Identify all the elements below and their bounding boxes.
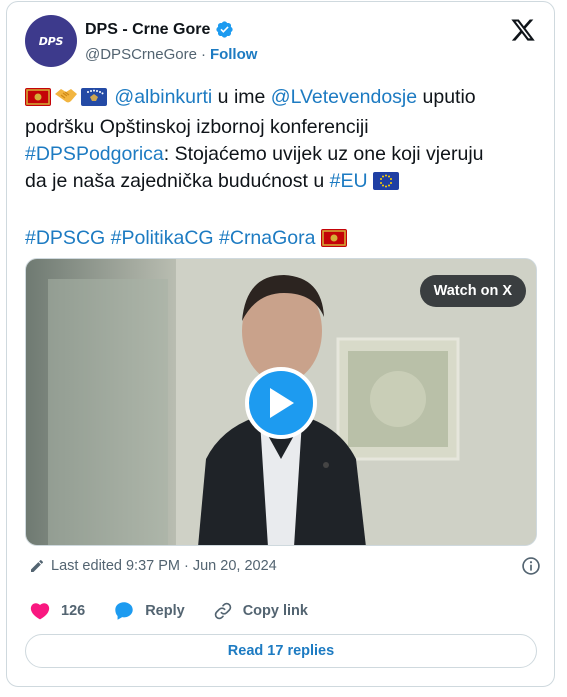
watch-on-x-button[interactable]: Watch on X [419,275,526,307]
author-display-name[interactable]: DPS - Crne Gore [85,21,210,39]
tweet-actions: 126 Reply Copy link [29,600,336,622]
verified-badge-icon [216,21,233,38]
follow-button[interactable]: Follow [210,46,258,63]
read-replies-button[interactable]: Read 17 replies [25,634,537,668]
tweet-text: @albinkurti u ime @LVetevendosje uputio p… [25,84,540,255]
x-logo-icon[interactable] [510,17,536,43]
like-button[interactable]: 126 [29,600,85,622]
tweet-card: DPS DPS - Crne Gore @DPSCrneGore · Follo… [6,1,555,687]
handshake-icon [53,86,79,114]
edit-info-row: Last edited 9:37 PM · Jun 20, 2024 [29,556,541,576]
tweet-text-line: #DPSCG #PolitikaCG #CrnaGora [25,225,540,255]
hashtag-link[interactable]: #EU [330,170,368,192]
tweet-text-line: #DPSPodgorica: Stojaćemo uvijek uz one k… [25,141,540,168]
reply-label: Reply [145,603,185,619]
tweet-text-line: podršku Opštinskoj izbornoj konferenciji [25,114,540,141]
pencil-icon [31,559,44,572]
avatar-logo: DPS [38,34,64,48]
hashtag-link[interactable]: #CrnaGora [219,227,315,249]
montenegro-flag-icon [320,228,347,255]
eu-flag-icon [373,171,399,198]
play-button[interactable] [245,367,317,439]
author-name-row: DPS - Crne Gore [85,20,234,39]
tweet-text-segment: podršku Opštinskoj izbornoj konferenciji [25,116,369,138]
mention-link[interactable]: @LVetevendosje [271,86,417,108]
info-icon[interactable] [521,556,541,576]
hashtag-link[interactable]: #DPSCG [25,227,105,249]
avatar[interactable]: DPS [25,15,77,67]
handle-separator: · [200,46,206,63]
like-count: 126 [61,603,86,619]
tweet-text-line [25,198,540,225]
montenegro-flag-icon [25,87,51,114]
tweet-text-segment: u ime [212,86,271,108]
video-player[interactable]: Watch on X [25,258,537,546]
link-icon [214,602,231,620]
tweet-text-segment: da je naša zajednička budućnost u [25,170,330,192]
last-edited-label[interactable]: Last edited 9:37 PM · Jun 20, 2024 [51,558,277,574]
speech-bubble-icon [115,602,133,620]
author-handle[interactable]: @DPSCrneGore [85,46,197,63]
reply-button[interactable]: Reply [113,600,185,622]
tweet-text-line: @albinkurti u ime @LVetevendosje uputio [25,84,540,114]
hashtag-link[interactable]: #PolitikaCG [111,227,214,249]
kosovo-flag-icon [81,87,107,114]
copy-link-label: Copy link [242,603,308,619]
tweet-text-segment: : Stojaćemo uvijek uz one koji vjeruju [163,143,484,165]
tweet-text-segment: uputio [417,86,476,108]
mention-link[interactable]: @albinkurti [109,86,212,108]
copy-link-button[interactable]: Copy link [213,601,308,621]
heart-icon [30,603,50,620]
play-icon [270,388,294,418]
author-handle-row: @DPSCrneGore · Follow [85,46,257,63]
hashtag-link[interactable]: #DPSPodgorica [25,143,164,165]
tweet-text-line: da je naša zajednička budućnost u #EU [25,168,540,198]
